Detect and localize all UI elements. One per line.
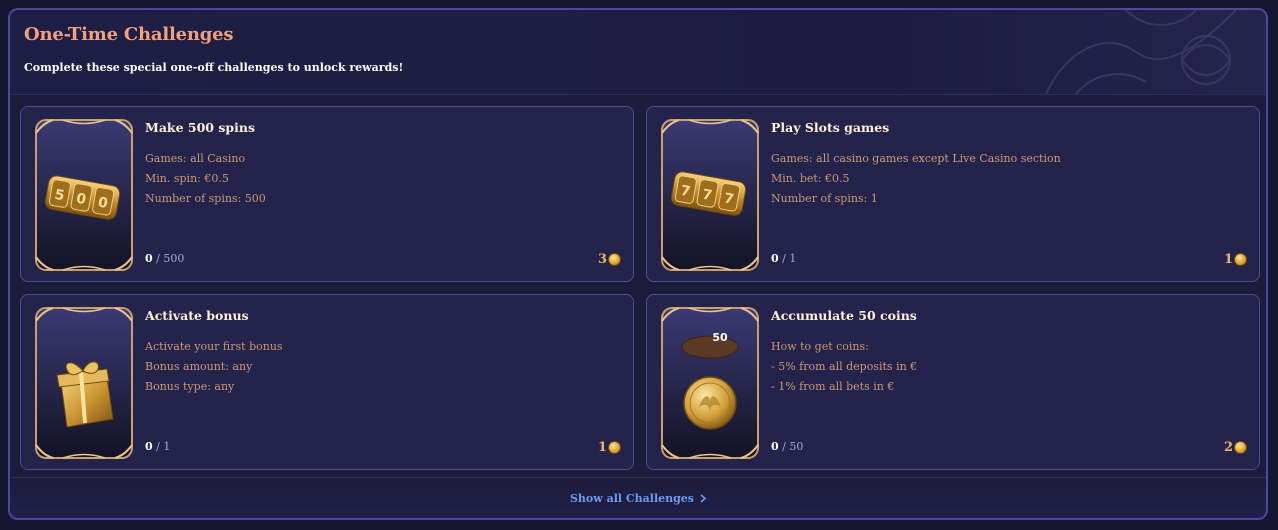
panel-footer: Show all Challenges xyxy=(10,477,1266,518)
challenge-reward: 2 xyxy=(1224,440,1247,455)
coin-icon xyxy=(608,441,621,454)
panel-subtitle: Complete these special one-off challenge… xyxy=(24,61,404,74)
coin-icon xyxy=(1234,253,1247,266)
challenge-detail-line: Bonus amount: any xyxy=(145,360,253,373)
panel-header: One-Time Challenges Complete these speci… xyxy=(10,10,1266,95)
challenge-card-accumulate-coins[interactable]: 50 Accumulate 50 coins How to get coins:… xyxy=(646,294,1260,470)
show-all-label: Show all Challenges xyxy=(569,492,695,505)
progress-total: / 1 xyxy=(156,440,171,453)
reward-amount: 2 xyxy=(1223,440,1233,455)
challenge-card-play-slots[interactable]: 7 7 7 Play Slots games Games: all casino… xyxy=(646,106,1260,282)
slot-reel-777-icon: 7 7 7 xyxy=(661,119,759,271)
challenge-detail-line: Activate your first bonus xyxy=(145,340,283,353)
challenge-details: Games: all casino games except Live Casi… xyxy=(771,149,1061,209)
challenge-detail-line: Bonus type: any xyxy=(145,380,235,393)
progress-current: 0 xyxy=(145,252,153,265)
panel-title: One-Time Challenges xyxy=(24,24,234,45)
show-all-challenges-link[interactable]: Show all Challenges xyxy=(569,492,707,505)
challenge-details: Games: all Casino Min. spin: €0.5 Number… xyxy=(145,149,266,209)
challenge-card-make-500-spins[interactable]: 5 0 0 Make 500 spins Games: all Casino M… xyxy=(20,106,634,282)
challenge-title: Accumulate 50 coins xyxy=(771,308,917,323)
progress-total: / 1 xyxy=(782,252,797,265)
challenge-details: Activate your first bonus Bonus amount: … xyxy=(145,337,283,397)
progress-total: / 500 xyxy=(156,252,185,265)
reward-amount: 1 xyxy=(1223,252,1233,267)
challenge-detail-line: Games: all casino games except Live Casi… xyxy=(771,152,1061,165)
challenges-panel: One-Time Challenges Complete these speci… xyxy=(8,8,1268,520)
challenge-reward: 1 xyxy=(598,440,621,455)
challenge-reward: 1 xyxy=(1224,252,1247,267)
reward-amount: 3 xyxy=(597,252,607,267)
challenge-detail-line: Number of spins: 1 xyxy=(771,192,878,205)
chevron-right-icon xyxy=(700,494,707,503)
challenge-detail-line: Min. spin: €0.5 xyxy=(145,172,229,185)
challenge-title: Make 500 spins xyxy=(145,120,255,135)
challenge-progress: 0 / 500 xyxy=(145,252,184,265)
challenge-detail-line: How to get coins: xyxy=(771,340,869,353)
progress-current: 0 xyxy=(771,440,779,453)
challenge-progress: 0 / 1 xyxy=(771,252,796,265)
challenge-reward: 3 xyxy=(598,252,621,267)
challenge-card-activate-bonus[interactable]: Activate bonus Activate your first bonus… xyxy=(20,294,634,470)
challenge-title: Activate bonus xyxy=(145,308,249,323)
ornament-decoration xyxy=(1045,10,1237,94)
challenge-detail-line: Number of spins: 500 xyxy=(145,192,266,205)
challenge-title: Play Slots games xyxy=(771,120,890,135)
coin-icon xyxy=(1234,441,1247,454)
progress-current: 0 xyxy=(771,252,779,265)
coin-badge: 50 xyxy=(712,331,728,344)
coin-icon xyxy=(608,253,621,266)
reward-amount: 1 xyxy=(597,440,607,455)
challenge-detail-line: - 1% from all bets in € xyxy=(771,380,895,393)
progress-total: / 50 xyxy=(782,440,804,453)
challenge-progress: 0 / 1 xyxy=(145,440,170,453)
progress-current: 0 xyxy=(145,440,153,453)
challenge-detail-line: Games: all Casino xyxy=(145,152,246,165)
challenge-detail-line: Min. bet: €0.5 xyxy=(771,172,850,185)
challenge-progress: 0 / 50 xyxy=(771,440,803,453)
slot-reel-500-icon: 5 0 0 xyxy=(35,119,133,271)
challenge-details: How to get coins: - 5% from all deposits… xyxy=(771,337,917,397)
challenge-detail-line: - 5% from all deposits in € xyxy=(771,360,918,373)
gift-box-icon xyxy=(35,307,133,459)
gold-coin-icon xyxy=(661,307,759,459)
